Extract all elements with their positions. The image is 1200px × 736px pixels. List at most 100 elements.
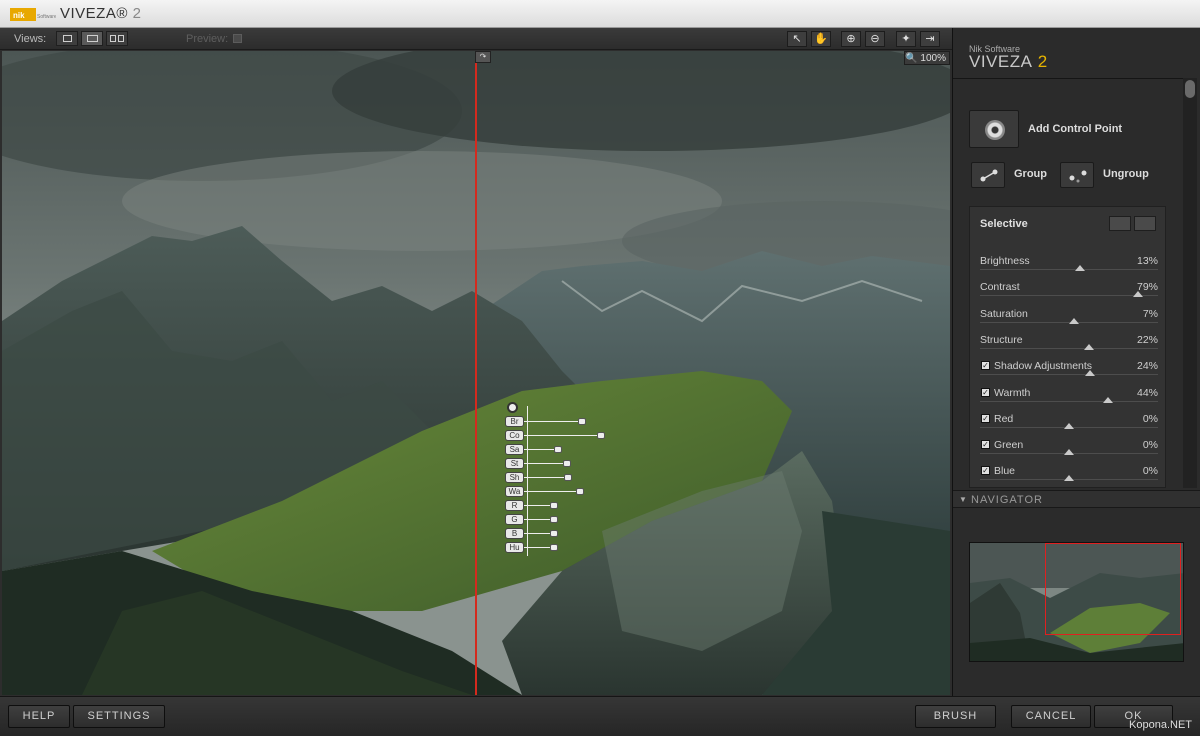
slider-thumb[interactable]: [1064, 449, 1074, 456]
control-point-row[interactable]: St: [505, 458, 615, 470]
panel-scrollbar[interactable]: [1183, 78, 1197, 488]
slider-thumb[interactable]: [1133, 291, 1144, 298]
slider-red[interactable]: ✓ Red 0%: [980, 413, 1158, 439]
control-point-label[interactable]: Co: [505, 430, 524, 441]
group-button[interactable]: [971, 162, 1005, 188]
control-point-row[interactable]: Br: [505, 416, 615, 428]
settings-button[interactable]: SETTINGS: [73, 705, 165, 728]
slider-thumb[interactable]: [1064, 422, 1074, 429]
control-point-label[interactable]: G: [505, 514, 524, 525]
control-point-label[interactable]: Br: [505, 416, 524, 427]
slider-green[interactable]: ✓ Green 0%: [980, 439, 1158, 465]
split-handle-icon[interactable]: ↷: [475, 51, 491, 63]
preview-checkbox[interactable]: [233, 34, 242, 43]
slider-track[interactable]: [980, 347, 1158, 349]
single-view-icon[interactable]: [56, 31, 78, 46]
slider-thumb[interactable]: [1083, 343, 1094, 350]
slider-thumb[interactable]: [1103, 396, 1114, 403]
list-expand-icon[interactable]: [1134, 216, 1156, 231]
arrow-select-icon[interactable]: ↖: [787, 31, 807, 47]
control-point-slider-line[interactable]: [524, 449, 559, 450]
slider-blue[interactable]: ✓ Blue 0%: [980, 465, 1158, 487]
control-point-label[interactable]: Sa: [505, 444, 524, 455]
control-point-slider-knob[interactable]: [576, 488, 585, 495]
control-point-label[interactable]: Sh: [505, 472, 524, 483]
control-point-row[interactable]: G: [505, 514, 615, 526]
hand-pan-icon[interactable]: ✋: [811, 31, 831, 47]
brush-button[interactable]: BRUSH: [915, 705, 996, 728]
control-point-slider-knob[interactable]: [564, 474, 573, 481]
slider-thumb[interactable]: [1064, 475, 1074, 482]
image-canvas[interactable]: [2, 51, 950, 695]
export-icon[interactable]: ⇥: [920, 31, 940, 47]
navigator-viewport-rect[interactable]: [1045, 543, 1181, 635]
control-point-label[interactable]: B: [505, 528, 524, 539]
zoom-out-icon[interactable]: ⊖: [865, 31, 885, 47]
control-point-slider-knob[interactable]: [550, 502, 558, 509]
control-point-slider-line[interactable]: [524, 435, 602, 436]
slider-thumb[interactable]: [1069, 317, 1080, 324]
control-point-slider-line[interactable]: [524, 491, 581, 492]
right-panel: Nik Software VIVEZA 2 Add Control Point …: [952, 28, 1200, 696]
slider-enable-checkbox[interactable]: ✓: [981, 413, 990, 423]
slider-track[interactable]: [980, 295, 1158, 297]
ungroup-button[interactable]: [1060, 162, 1094, 188]
help-button[interactable]: HELP: [8, 705, 70, 728]
control-point-slider-line[interactable]: [524, 421, 582, 422]
slider-shadow-adjustments[interactable]: ✓ Shadow Adjustments 24%: [980, 360, 1158, 386]
navigator-header[interactable]: ▼ NAVIGATOR: [953, 490, 1200, 508]
split-view-icon[interactable]: [81, 31, 103, 46]
control-point-row[interactable]: R: [505, 500, 615, 512]
zoom-in-icon[interactable]: ⊕: [841, 31, 861, 47]
control-point-row[interactable]: Co: [505, 430, 615, 442]
control-point-label[interactable]: Wa: [505, 486, 524, 497]
control-point-label[interactable]: Hu: [505, 542, 524, 553]
navigator-label: NAVIGATOR: [971, 494, 1043, 506]
control-point-slider-knob[interactable]: [554, 446, 563, 453]
control-point-label[interactable]: R: [505, 500, 524, 511]
control-point-row[interactable]: Wa: [505, 486, 615, 498]
control-point-slider-line[interactable]: [524, 463, 568, 464]
panel-divider: [953, 78, 1185, 79]
group-label[interactable]: Group: [1014, 168, 1047, 180]
slider-enable-checkbox[interactable]: ✓: [981, 361, 990, 371]
lightbulb-icon[interactable]: ✦: [896, 31, 916, 47]
control-point-row[interactable]: Sa: [505, 444, 615, 456]
cancel-button[interactable]: CANCEL: [1011, 705, 1091, 728]
slider-contrast[interactable]: Contrast 79%: [980, 281, 1158, 307]
slider-brightness[interactable]: Brightness 13%: [980, 255, 1158, 281]
navigator-thumbnail[interactable]: [969, 542, 1184, 662]
control-point-slider-knob[interactable]: [577, 418, 586, 425]
slider-enable-checkbox[interactable]: ✓: [981, 440, 990, 450]
magnifier-icon: 🔍: [905, 53, 918, 64]
control-point-slider-knob[interactable]: [597, 432, 606, 439]
slider-thumb[interactable]: [1074, 265, 1085, 271]
add-control-point-button[interactable]: [969, 110, 1019, 148]
slider-track[interactable]: [980, 374, 1158, 376]
slider-enable-checkbox[interactable]: ✓: [981, 466, 990, 476]
panel-scrollbar-thumb[interactable]: [1185, 80, 1195, 98]
add-control-point-label[interactable]: Add Control Point: [1028, 123, 1122, 135]
slider-thumb[interactable]: [1085, 370, 1096, 377]
slider-enable-checkbox[interactable]: ✓: [981, 387, 990, 397]
split-divider-line[interactable]: [475, 51, 477, 695]
ungroup-label[interactable]: Ungroup: [1103, 168, 1149, 180]
control-point-slider-knob[interactable]: [550, 530, 558, 537]
control-point-row[interactable]: Hu: [505, 542, 615, 554]
slider-warmth[interactable]: ✓ Warmth 44%: [980, 387, 1158, 413]
control-point-row[interactable]: Sh: [505, 472, 615, 484]
control-point[interactable]: Br Co Sa St Sh Wa R G B Hu: [505, 400, 615, 560]
control-point-row[interactable]: B: [505, 528, 615, 540]
control-point-slider-knob[interactable]: [563, 460, 572, 467]
side-by-side-view-icon[interactable]: [106, 31, 128, 46]
slider-track[interactable]: [980, 400, 1158, 402]
control-point-handle[interactable]: [507, 402, 518, 413]
slider-saturation[interactable]: Saturation 7%: [980, 308, 1158, 334]
control-point-slider-knob[interactable]: [550, 544, 558, 551]
list-collapse-icon[interactable]: [1109, 216, 1131, 231]
slider-track[interactable]: [980, 269, 1158, 270]
control-point-slider-line[interactable]: [524, 477, 569, 478]
control-point-slider-knob[interactable]: [550, 516, 558, 523]
slider-structure[interactable]: Structure 22%: [980, 334, 1158, 360]
control-point-label[interactable]: St: [505, 458, 524, 469]
